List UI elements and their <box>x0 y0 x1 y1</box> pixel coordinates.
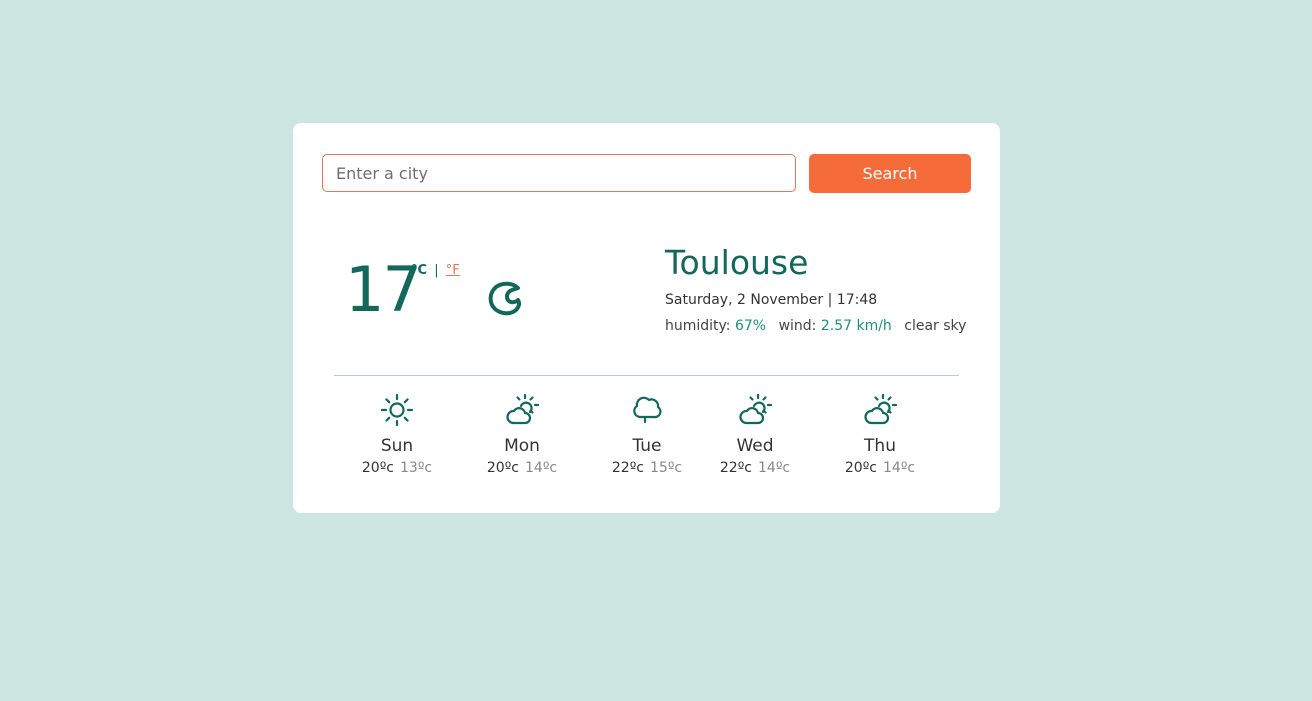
partly-cloudy-icon <box>739 393 772 425</box>
forecast-day-name: Wed <box>736 436 774 456</box>
unit-separator: | <box>434 263 439 278</box>
forecast-day-name: Thu <box>864 436 896 456</box>
forecast-max-temp: 22ºc <box>719 460 752 476</box>
date-time: Saturday, 2 November | 17:48 <box>665 292 878 308</box>
celsius-unit[interactable]: °C <box>411 263 427 278</box>
forecast-day: Thu 20ºc 14ºc <box>825 393 935 477</box>
forecast-day: Sun 20ºc 13ºc <box>342 393 452 477</box>
humidity-label: humidity: <box>665 318 731 334</box>
search-button[interactable]: Search <box>809 154 971 193</box>
forecast-min-temp: 14ºc <box>758 460 791 476</box>
forecast-max-temp: 20ºc <box>844 460 877 476</box>
forecast-temps: 20ºc 13ºc <box>342 459 452 477</box>
cloud-icon <box>633 396 662 424</box>
forecast-min-temp: 13ºc <box>400 460 433 476</box>
forecast-min-temp: 14ºc <box>883 460 916 476</box>
forecast-max-temp: 22ºc <box>611 460 644 476</box>
wind-value: 2.57 km/h <box>820 318 892 334</box>
forecast-max-temp: 20ºc <box>361 460 394 476</box>
forecast-max-temp: 20ºc <box>486 460 519 476</box>
divider <box>334 375 959 376</box>
fahrenheit-link[interactable]: °F <box>446 263 460 278</box>
forecast-temps: 20ºc 14ºc <box>467 459 577 477</box>
forecast-day-name: Tue <box>632 436 662 456</box>
forecast-temps: 22ºc 15ºc <box>592 459 702 477</box>
humidity-value: 67% <box>734 318 767 334</box>
forecast-min-temp: 14ºc <box>525 460 558 476</box>
forecast-day: Mon 20ºc 14ºc <box>467 393 577 477</box>
forecast-day-name: Mon <box>504 436 540 456</box>
forecast-temps: 22ºc 14ºc <box>700 459 810 477</box>
city-search-input[interactable] <box>322 154 796 192</box>
moon-clear-icon <box>488 281 522 316</box>
forecast-day-name: Sun <box>380 436 414 456</box>
wind-label: wind: <box>778 318 817 334</box>
sun-icon <box>380 393 414 427</box>
weather-description: clear sky <box>904 318 967 334</box>
weather-card: Search 17 °C | °F Toulouse Saturday, 2 N… <box>293 123 1000 513</box>
unit-switcher: °C | °F <box>411 263 460 279</box>
city-name: Toulouse <box>665 243 809 282</box>
forecast-temps: 20ºc 14ºc <box>825 459 935 477</box>
forecast-day: Wed 22ºc 14ºc <box>700 393 810 477</box>
partly-cloudy-icon <box>506 393 539 425</box>
weather-details: humidity: 67% wind: 2.57 km/h clear sky <box>665 317 966 335</box>
current-temperature: 17 <box>345 253 422 326</box>
forecast-day: Tue 22ºc 15ºc <box>592 393 702 477</box>
forecast-min-temp: 15ºc <box>650 460 683 476</box>
partly-cloudy-icon <box>864 393 897 425</box>
